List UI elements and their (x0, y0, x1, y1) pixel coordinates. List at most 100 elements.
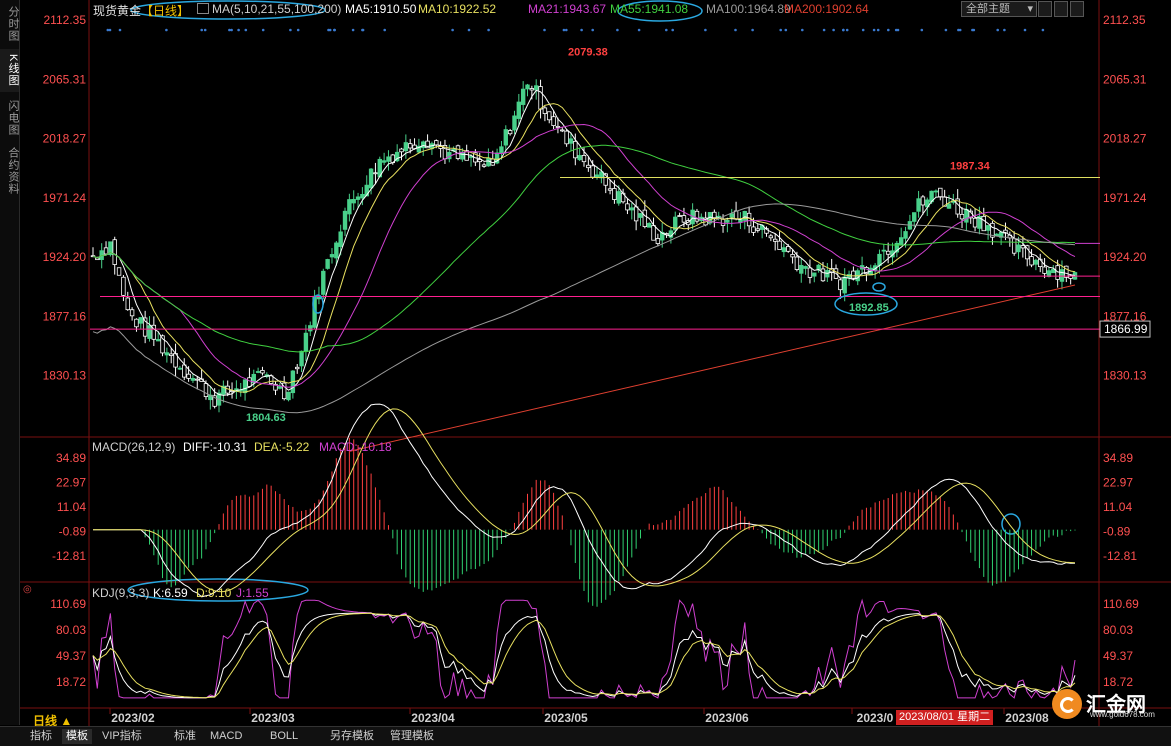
candle-down (1029, 256, 1034, 266)
candle-down (195, 378, 200, 381)
candle-down (116, 267, 122, 276)
candle-up (303, 332, 309, 352)
candle-up (638, 213, 643, 218)
kdj-k-line (92, 612, 1076, 699)
event-marker (108, 28, 112, 32)
candle-up (912, 212, 917, 222)
macd-label: MACD(26,12,9) (92, 440, 176, 454)
candle-up (486, 157, 491, 167)
candle-up (985, 225, 991, 231)
candle-down (407, 143, 413, 149)
candle-up (334, 242, 339, 259)
indicator-config-icon[interactable] (197, 3, 209, 14)
candle-down (838, 279, 843, 291)
candle-down (268, 375, 274, 384)
event-marker (361, 28, 364, 32)
event-marker (543, 28, 546, 32)
candle-up (286, 391, 291, 401)
ma-value-4: MA100:1964.89 (706, 2, 791, 16)
bottom-tab-模板[interactable]: 模板 (62, 729, 92, 744)
kdj-tick-label-left: 110.69 (50, 597, 86, 611)
candle-down (247, 377, 252, 387)
candle-down (642, 209, 648, 227)
candle-down (651, 225, 656, 241)
event-marker (562, 28, 566, 32)
event-marker (203, 28, 207, 32)
restore-icon[interactable] (1054, 1, 1068, 17)
event-marker (665, 28, 668, 32)
bottom-tab-BOLL[interactable]: BOLL (266, 729, 302, 744)
candle-down (112, 239, 117, 265)
candle-down (103, 247, 109, 255)
candle-up (516, 101, 522, 119)
candle-down (547, 111, 552, 121)
event-marker (383, 28, 387, 32)
candle-down (121, 276, 126, 296)
side-tab-2[interactable]: 闪电图 (0, 96, 19, 139)
side-tab-1[interactable]: K线图 (0, 49, 19, 92)
macd-tick-label-left: 34.89 (56, 451, 86, 465)
candle-up (386, 156, 391, 162)
event-marker (351, 28, 355, 32)
kdj-d-value: D:9.10 (196, 586, 232, 600)
candle-up (155, 339, 161, 342)
macd-tick-label-right: 34.89 (1103, 451, 1133, 465)
candle-up (255, 371, 261, 373)
candle-down (655, 238, 661, 244)
time-axis-label: 2023/04 (411, 711, 455, 725)
candle-up (742, 210, 747, 221)
event-marker (237, 28, 240, 32)
settings-dot-icon[interactable]: ◎ (23, 584, 32, 595)
candle-up (190, 377, 196, 381)
macd-tick-label-right: -0.89 (1103, 525, 1131, 539)
minimize-icon[interactable] (1038, 1, 1052, 17)
candle-up (781, 247, 787, 253)
event-marker (944, 28, 948, 32)
candle-down (612, 188, 617, 200)
candle-up (916, 198, 921, 212)
kdj-j-value: J:1.55 (236, 586, 269, 600)
candle-down (129, 309, 135, 317)
macd-tick-label-left: -0.89 (59, 525, 87, 539)
candle-up (512, 115, 517, 131)
candle-up (351, 199, 356, 204)
event-marker (920, 28, 924, 32)
chart-canvas[interactable]: 2112.35 2112.35 2065.31 2065.31 2018.27 2018.… (0, 0, 1171, 726)
candle-up (460, 151, 465, 160)
candle-up (1059, 269, 1065, 282)
candle-down (794, 256, 800, 270)
candle-up (360, 194, 365, 199)
theme-select[interactable]: 全部主题 ▾ (961, 1, 1037, 17)
theme-select-value: 全部主题 (966, 3, 1010, 15)
candle-down (399, 148, 404, 153)
kdj-tick-label-right: 18.72 (1103, 675, 1133, 689)
logo-icon (1052, 689, 1082, 719)
candle-up (577, 155, 582, 161)
ma5-line (92, 89, 1076, 396)
macd-tick-label-right: 22.97 (1103, 475, 1133, 489)
low-price-label: 1804.63 (246, 412, 286, 424)
bottom-tab-另存模板[interactable]: 另存模板 (326, 729, 378, 744)
annotation-ellipse (1001, 513, 1021, 535)
bottom-tab-管理模板[interactable]: 管理模板 (386, 729, 438, 744)
bottom-tab-VIP指标[interactable]: VIP指标 (98, 729, 146, 744)
bottom-tab-MACD[interactable]: MACD (206, 729, 246, 744)
kdj-tick-label-left: 80.03 (56, 623, 86, 637)
candle-down (203, 383, 209, 397)
side-tab-3[interactable]: 合约资料 (0, 143, 19, 199)
bottom-tab-指标[interactable]: 指标 (26, 729, 56, 744)
kdj-label: KDJ(9,3,3) (92, 586, 150, 600)
kdj-tick-label-right: 80.03 (1103, 623, 1133, 637)
candle-up (381, 160, 387, 163)
close-icon[interactable] (1070, 1, 1084, 17)
side-tab-0[interactable]: 分时图 (0, 2, 19, 45)
ma-value-0: MA5:1910.50 (345, 2, 417, 16)
candle-up (329, 254, 335, 258)
kdj-tick-label-right: 110.69 (1103, 597, 1139, 611)
candle-up (803, 266, 808, 269)
price-tick-label-right: 1971.24 (1103, 191, 1147, 205)
price-tick-label-left: 1924.20 (43, 250, 87, 264)
annotation-ellipse (872, 282, 886, 292)
gold678-logo: 汇金网 www.gold678.com (1052, 688, 1167, 720)
bottom-tab-标准[interactable]: 标准 (170, 729, 200, 744)
